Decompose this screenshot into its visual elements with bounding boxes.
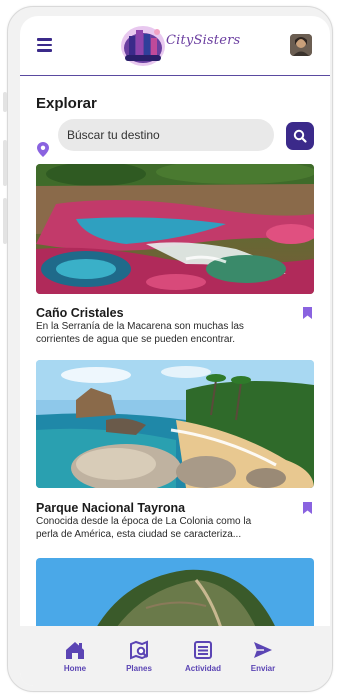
city-logo-icon (121, 26, 165, 66)
place-description: Conocida desde la época de La Colonia co… (36, 516, 252, 540)
user-avatar[interactable] (290, 34, 312, 56)
place-description: En la Serranía de la Macarena son muchas… (36, 321, 244, 345)
nav-home[interactable]: Home (45, 639, 105, 673)
nav-planes[interactable]: Planes (109, 639, 169, 673)
app-logo: CitySisters (119, 22, 241, 68)
phone-side-button (3, 140, 7, 186)
place-image-tayrona[interactable] (36, 360, 314, 488)
nav-actividad[interactable]: Actividad (173, 639, 233, 673)
map-search-icon (130, 640, 148, 660)
home-icon (66, 642, 84, 659)
place-title[interactable]: Caño Cristales (36, 306, 124, 320)
phone-side-button (3, 198, 7, 244)
search-input[interactable] (58, 119, 274, 151)
app-header: CitySisters (20, 16, 330, 76)
page-title: Explorar (36, 95, 97, 112)
bottom-navigation: Home Planes Actividad Enviar (20, 626, 330, 686)
bookmark-icon[interactable] (303, 502, 312, 514)
nav-enviar[interactable]: Enviar (233, 639, 293, 673)
location-pin-icon (37, 142, 49, 157)
search-button[interactable] (286, 122, 314, 150)
place-image-cano-cristales[interactable] (36, 164, 314, 294)
logo-text: CitySisters (166, 33, 241, 48)
search-icon (293, 129, 307, 143)
place-image-third[interactable] (36, 558, 314, 628)
hamburger-menu-icon[interactable] (37, 38, 52, 52)
place-title[interactable]: Parque Nacional Tayrona (36, 501, 185, 515)
activity-list-icon (194, 641, 212, 659)
app-screen: CitySisters Explorar Búscar tu destino C… (20, 16, 330, 686)
nav-label: Enviar (250, 664, 276, 673)
nav-label: Actividad (184, 664, 221, 673)
bookmark-icon[interactable] (303, 307, 312, 319)
nav-label: Planes (126, 664, 152, 673)
nav-label: Home (63, 664, 87, 673)
send-icon (254, 642, 272, 658)
phone-side-button (3, 92, 7, 112)
